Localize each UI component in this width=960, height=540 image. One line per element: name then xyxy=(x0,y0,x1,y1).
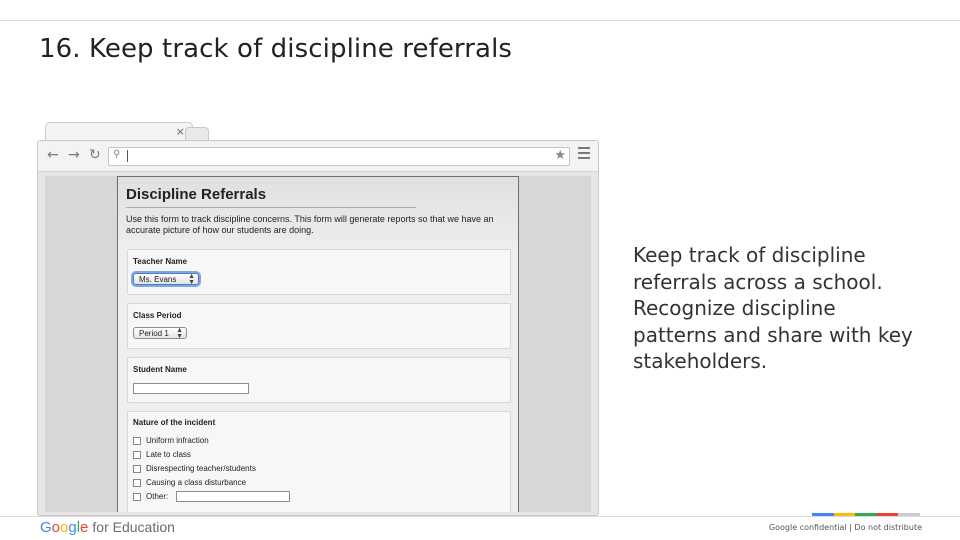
incident-label: Nature of the incident xyxy=(133,418,216,427)
brand-color-bar xyxy=(812,513,920,516)
period-value: Period 1 xyxy=(139,329,169,338)
page-viewport: Discipline Referrals Use this form to tr… xyxy=(45,176,591,512)
slide-title: 16. Keep track of discipline referrals xyxy=(39,34,513,64)
student-label: Student Name xyxy=(133,365,187,374)
reload-icon[interactable]: ↻ xyxy=(89,147,101,163)
period-select[interactable]: Period 1 ▲ ▼ xyxy=(133,327,187,340)
browser-window: × ← → ↻ ⚲ ★ Discipline Referrals Use thi… xyxy=(37,122,599,516)
option-label: Disrespecting teacher/students xyxy=(146,464,256,473)
question-student: Student Name xyxy=(127,357,511,403)
logo-letter: G xyxy=(40,519,52,536)
option-label: Causing a class disturbance xyxy=(146,478,247,487)
back-icon[interactable]: ← xyxy=(47,147,59,163)
checkbox[interactable] xyxy=(133,451,141,459)
logo-letter: g xyxy=(68,519,77,536)
checkbox[interactable] xyxy=(133,465,141,473)
bottom-divider xyxy=(0,516,960,517)
logo-letter: o xyxy=(51,519,61,536)
logo-letter: e xyxy=(80,519,89,536)
student-name-input[interactable] xyxy=(133,383,249,394)
google-wordmark: Google xyxy=(40,519,88,536)
select-arrows-icon: ▲ ▼ xyxy=(176,327,183,340)
checkbox[interactable] xyxy=(133,493,141,501)
checkbox[interactable] xyxy=(133,479,141,487)
bookmark-star-icon[interactable]: ★ xyxy=(554,148,566,163)
form-card: Discipline Referrals Use this form to tr… xyxy=(117,176,519,512)
question-teacher: Teacher Name Ms. Evans ▲ ▼ xyxy=(127,249,511,295)
form-header: Discipline Referrals Use this form to tr… xyxy=(118,177,518,242)
address-bar[interactable]: ⚲ ★ xyxy=(108,147,570,166)
checkbox[interactable] xyxy=(133,437,141,445)
text-caret xyxy=(127,150,128,162)
teacher-select[interactable]: Ms. Evans ▲ ▼ xyxy=(133,273,199,286)
other-text-input[interactable] xyxy=(176,491,290,502)
logo-suffix: for Education xyxy=(92,519,175,535)
search-icon: ⚲ xyxy=(113,149,121,160)
menu-icon[interactable] xyxy=(578,147,590,162)
tab-close-icon[interactable]: × xyxy=(176,125,185,138)
google-for-education-logo: Google for Education xyxy=(40,519,175,536)
browser-toolbar: ← → ↻ ⚲ ★ xyxy=(38,141,598,172)
option-label: Uniform infraction xyxy=(146,436,209,445)
brand-segment xyxy=(898,513,920,516)
confidential-notice: Google confidential | Do not distribute xyxy=(768,523,922,532)
option-label: Other: xyxy=(146,492,169,501)
form-title: Discipline Referrals xyxy=(126,186,416,208)
select-arrows-icon: ▲ ▼ xyxy=(188,273,195,286)
question-period: Class Period Period 1 ▲ ▼ xyxy=(127,303,511,349)
brand-segment xyxy=(876,513,899,516)
teacher-value: Ms. Evans xyxy=(139,275,177,284)
incident-option-other[interactable]: Other: xyxy=(133,491,303,503)
browser-frame: ← → ↻ ⚲ ★ Discipline Referrals Use this … xyxy=(37,140,599,516)
forward-icon[interactable]: → xyxy=(68,147,80,163)
brand-segment xyxy=(833,513,856,516)
top-divider xyxy=(0,20,960,21)
form-description: Use this form to track discipline concer… xyxy=(126,214,494,235)
teacher-label: Teacher Name xyxy=(133,257,188,266)
brand-segment xyxy=(812,513,834,516)
question-incident: Nature of the incident Uniform infractio… xyxy=(127,411,511,512)
option-label: Late to class xyxy=(146,450,191,459)
brand-segment xyxy=(855,513,877,516)
period-label: Class Period xyxy=(133,311,182,320)
slide-description: Keep track of discipline referrals acros… xyxy=(633,243,913,373)
